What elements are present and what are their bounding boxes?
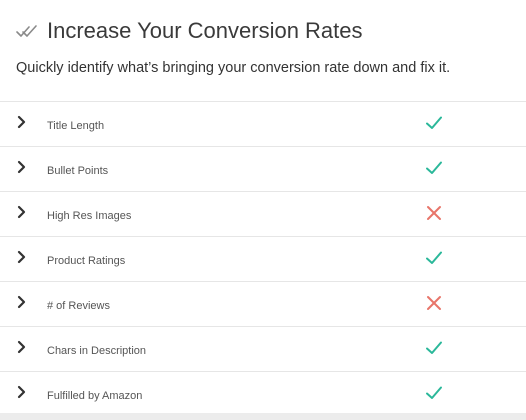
chevron-right-icon[interactable] — [15, 159, 29, 175]
check-icon — [424, 338, 444, 358]
checklist-row[interactable]: # of Reviews — [0, 282, 526, 327]
chevron-right-icon[interactable] — [15, 249, 29, 265]
checklist-row[interactable]: Product Ratings — [0, 237, 526, 282]
chevron-right-icon[interactable] — [15, 204, 29, 220]
checklist-row[interactable]: Title Length — [0, 102, 526, 147]
checklist-item-label: Product Ratings — [47, 255, 126, 267]
chevron-right-icon[interactable] — [15, 339, 29, 355]
checklist-row[interactable]: High Res Images — [0, 192, 526, 237]
check-icon — [424, 158, 444, 178]
double-check-icon — [16, 22, 40, 40]
page-title: Increase Your Conversion Rates — [47, 18, 363, 43]
checklist-item-label: Chars in Description — [47, 345, 147, 357]
cross-icon — [424, 293, 444, 313]
checklist-row[interactable]: Fulfilled by Amazon — [0, 372, 526, 416]
check-icon — [424, 383, 444, 403]
checklist-item-label: Fulfilled by Amazon — [47, 390, 143, 402]
checklist-item-label: # of Reviews — [47, 300, 110, 312]
checklist-row[interactable]: Chars in Description — [0, 327, 526, 372]
cross-icon — [424, 203, 444, 223]
check-icon — [424, 113, 444, 133]
panel-header: Increase Your Conversion Rates Quickly i… — [0, 0, 526, 100]
chevron-right-icon[interactable] — [15, 114, 29, 130]
checklist: Title Length Bullet Points High Res Images… — [0, 101, 526, 416]
bottom-divider — [0, 413, 526, 420]
page-subtitle: Quickly identify what’s bringing your co… — [16, 60, 451, 76]
checklist-item-label: High Res Images — [47, 210, 132, 222]
title-row: Increase Your Conversion Rates — [16, 14, 363, 48]
checklist-item-label: Title Length — [47, 120, 105, 132]
chevron-right-icon[interactable] — [15, 294, 29, 310]
checklist-item-label: Bullet Points — [47, 165, 109, 177]
check-icon — [424, 248, 444, 268]
checklist-row[interactable]: Bullet Points — [0, 147, 526, 192]
conversion-panel: Increase Your Conversion Rates Quickly i… — [0, 0, 526, 420]
chevron-right-icon[interactable] — [15, 384, 29, 400]
